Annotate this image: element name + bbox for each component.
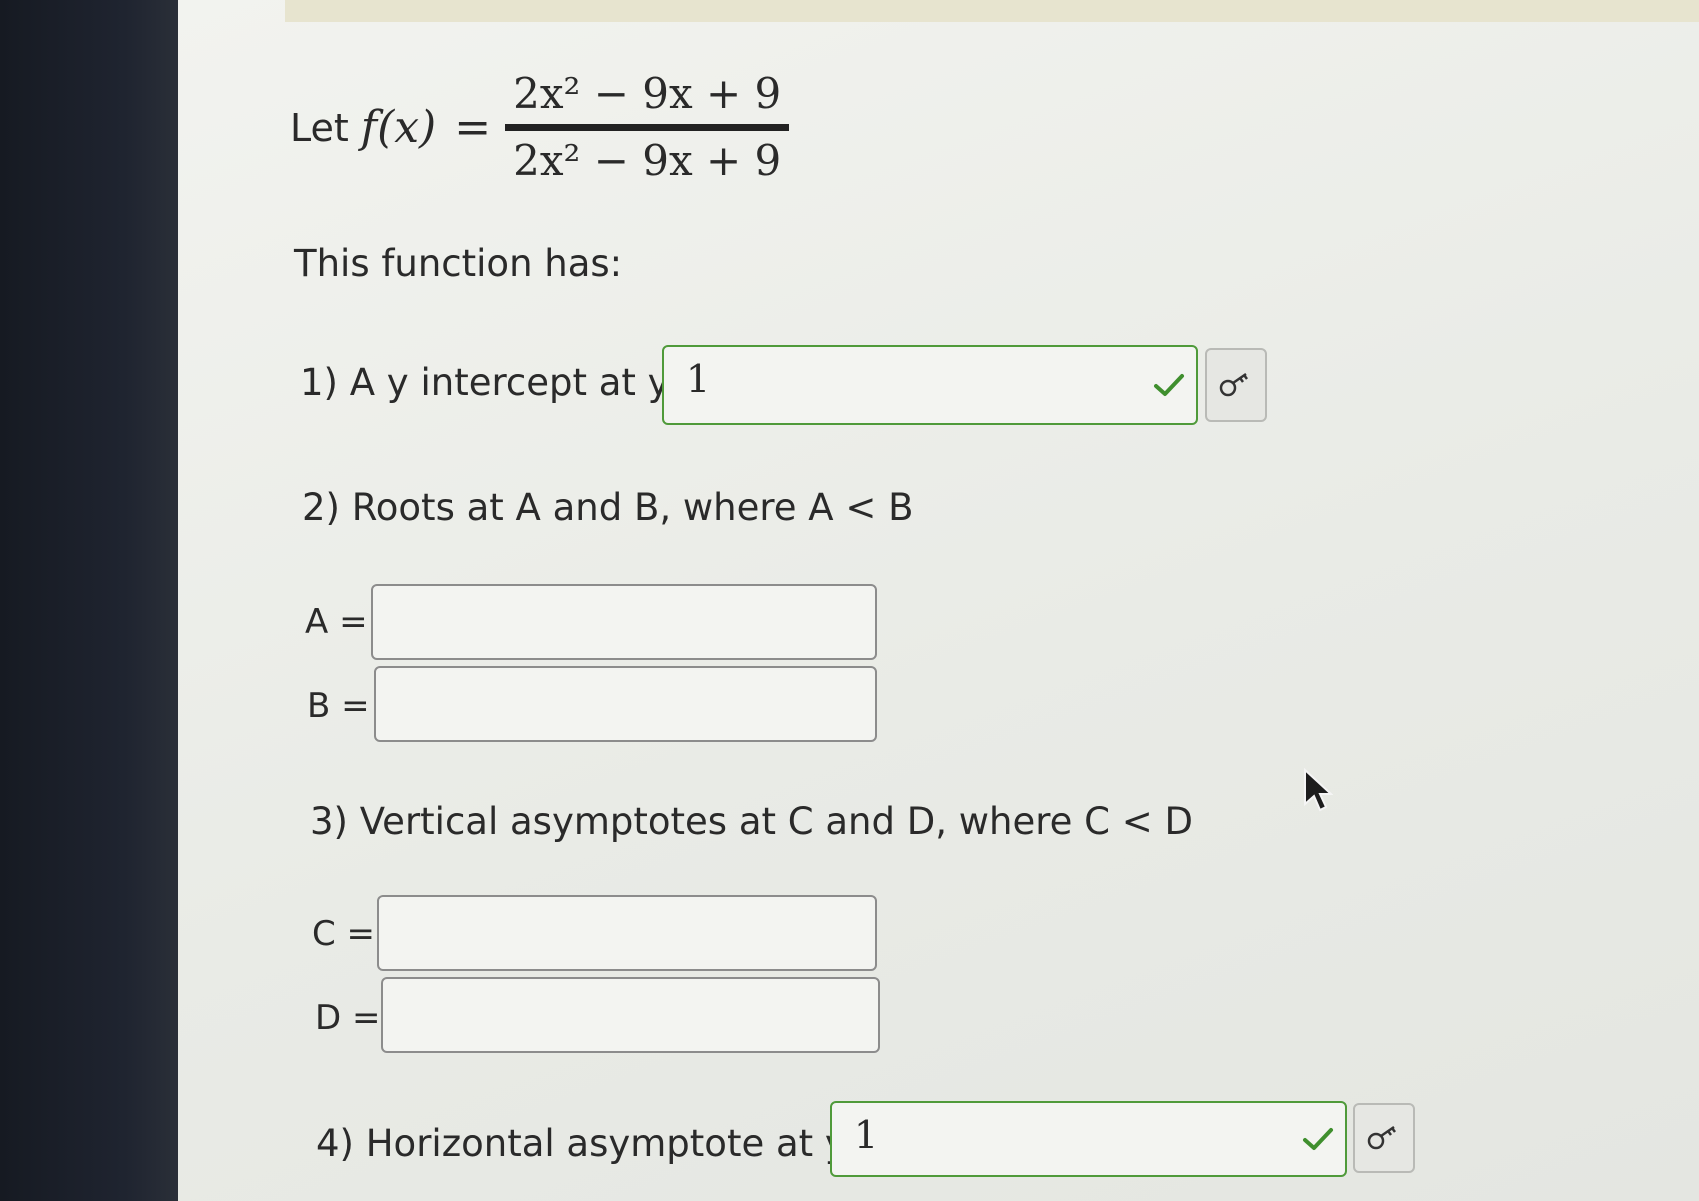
top-banner-strip (285, 0, 1699, 22)
numerator: 2x² − 9x + 9 (513, 69, 782, 118)
key-button-q4[interactable] (1353, 1103, 1415, 1173)
function-name: f(x) (360, 102, 437, 154)
check-icon (1303, 1128, 1333, 1150)
horizontal-asymptote-input[interactable]: 1 (830, 1101, 1347, 1177)
c-label: C = (312, 914, 376, 954)
horizontal-asymptote-value: 1 (854, 1113, 879, 1157)
asymptote-c-input[interactable] (377, 895, 877, 971)
b-label: B = (307, 686, 370, 726)
monitor-bezel (0, 0, 178, 1201)
q3-label: 3) Vertical asymptotes at C and D, where… (310, 800, 1193, 843)
fraction: 2x² − 9x + 9 2x² − 9x + 9 (505, 69, 790, 186)
y-intercept-input[interactable]: 1 (662, 345, 1198, 425)
let-label: Let (290, 105, 349, 150)
intro-text: This function has: (294, 242, 623, 285)
q1-label: 1) A y intercept at y= (300, 361, 701, 404)
denominator: 2x² − 9x + 9 (513, 136, 782, 186)
mouse-cursor-icon (1304, 768, 1333, 812)
root-a-input[interactable] (371, 584, 877, 660)
q2-label: 2) Roots at A and B, where A < B (302, 486, 914, 529)
a-label: A = (305, 602, 368, 642)
q4-label: 4) Horizontal asymptote at y = (316, 1122, 890, 1165)
equals-sign: = (454, 102, 492, 154)
fraction-bar (505, 124, 790, 132)
check-icon (1154, 374, 1184, 396)
key-button-q1[interactable] (1205, 348, 1267, 422)
function-definition: Let f(x) = 2x² − 9x + 9 2x² − 9x + 9 (290, 69, 790, 186)
asymptote-d-input[interactable] (381, 977, 880, 1053)
y-intercept-value: 1 (686, 357, 711, 401)
key-icon (1367, 1125, 1396, 1150)
key-icon (1219, 372, 1248, 397)
root-b-input[interactable] (374, 666, 877, 742)
d-label: D = (315, 998, 381, 1038)
